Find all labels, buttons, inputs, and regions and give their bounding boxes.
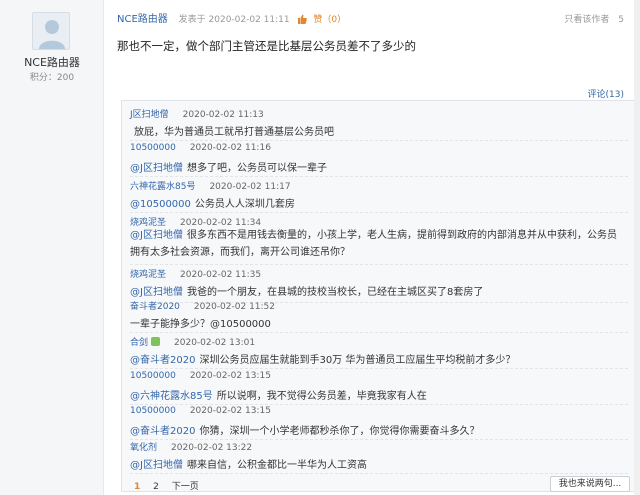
- reply-time: 2020-02-02 11:52: [193, 302, 276, 312]
- reply-text: 所以说啊，我不觉得公务员差，毕竟我家有人在: [216, 391, 427, 402]
- reply-mention[interactable]: @奋斗者2020: [130, 355, 195, 366]
- reply-time: 2020-02-02 11:35: [180, 270, 262, 280]
- list-item: 烧鸡泥圣 2020-02-02 11:34 @J区扫地僧 很多东西不是用钱去衡量的，…: [130, 215, 628, 265]
- comment-count-link[interactable]: 评论(13): [588, 87, 624, 100]
- reply-mention[interactable]: @六神花露水85号: [130, 391, 213, 402]
- list-item: 10500000 2020-02-02 13:15 @奋斗者2020 你猜，深圳一个…: [130, 406, 628, 440]
- reply-user[interactable]: 10500000: [130, 143, 176, 153]
- reply-time: 2020-02-02 11:17: [209, 182, 291, 192]
- list-item: 10500000 2020-02-02 13:15 @六神花露水85号 所以说啊，我…: [130, 371, 628, 405]
- reply-text: 想多了吧，公务员可以保一辈子: [186, 163, 327, 174]
- page-link-2[interactable]: 2: [153, 482, 159, 492]
- only-author-link[interactable]: 只看该作者: [564, 15, 609, 25]
- list-item: 奋斗者2020 2020-02-02 11:52 一辈子能挣多少？@1050000…: [130, 299, 628, 333]
- reply-time: 2020-02-02 13:01: [174, 338, 256, 348]
- reply-time: 2020-02-02 13:15: [189, 406, 271, 416]
- user-sidebar: NCE路由器 积分：200: [0, 0, 104, 495]
- reply-user[interactable]: 烧鸡泥圣: [130, 270, 166, 280]
- reply-user[interactable]: 六神花露水85号: [130, 182, 195, 192]
- reply-mention[interactable]: @10500000: [130, 199, 191, 210]
- reply-text: 哪来自信，公积金都比一半华为人工资高: [186, 460, 367, 471]
- reply-time: 2020-02-02 13:22: [171, 443, 253, 453]
- reply-user[interactable]: J区扫地僧: [130, 110, 169, 120]
- scrollbar[interactable]: [634, 0, 640, 495]
- list-item: 10500000 2020-02-02 11:16 @J区扫地僧 想多了吧，公务员可…: [130, 143, 628, 177]
- reply-time: 2020-02-02 11:13: [182, 110, 264, 120]
- reply-button[interactable]: 我也来说两句...: [550, 476, 630, 492]
- post-area: NCE路由器 发表于 2020-02-02 11:11 赞（0） 只看该作者 5…: [105, 0, 640, 495]
- list-item: 烧鸡泥圣 2020-02-02 11:35 @J区扫地僧 我爸的一个朋友，在县城的技…: [130, 267, 628, 303]
- reply-mention[interactable]: @奋斗者2020: [130, 426, 195, 437]
- reply-text: 很多东西不是用钱去衡量的，小孩上学，老人生病，提前得到政府的内部消息并从中获利，…: [130, 230, 617, 258]
- list-item: J区扫地僧 2020-02-02 11:13 放屁，华为普通员工就吊打普通基层公务…: [130, 107, 628, 141]
- like-count[interactable]: 赞（0）: [313, 15, 346, 25]
- reply-text: 我爸的一个朋友，在县城的技校当校长，已经在主城区买了8套房了: [186, 287, 484, 298]
- list-item: 六神花露水85号 2020-02-02 11:17 @10500000 公务员人人深…: [130, 179, 628, 213]
- reply-text: 深圳公务员应届生就能到手30万 华为普通员工应届生平均税前才多少？: [199, 355, 516, 366]
- reply-user[interactable]: 10500000: [130, 371, 176, 381]
- reply-text: 你猜，深圳一个小学老师都秒杀你了，你觉得你需要奋斗多久？: [199, 426, 480, 437]
- page-link-1[interactable]: 1: [134, 482, 140, 492]
- thumbs-up-icon[interactable]: [297, 14, 307, 27]
- reply-mention[interactable]: @J区扫地僧: [130, 287, 183, 298]
- reply-user[interactable]: 合剑: [130, 338, 148, 348]
- reply-time: 2020-02-02 11:16: [189, 143, 271, 153]
- avatar[interactable]: [32, 12, 70, 50]
- reply-text: 公务员人人深圳几套房: [194, 199, 295, 210]
- post-content: 那也不一定，做个部门主管还是比基层公务员差不了多少的: [117, 39, 416, 53]
- post-author[interactable]: NCE路由器: [117, 14, 168, 25]
- reply-user[interactable]: 奋斗者2020: [130, 302, 180, 312]
- post-meta: NCE路由器 发表于 2020-02-02 11:11 赞（0）: [117, 10, 346, 27]
- username[interactable]: NCE路由器: [0, 54, 104, 70]
- next-page-link[interactable]: 下一页: [172, 482, 199, 492]
- reply-list: J区扫地僧 2020-02-02 11:13 放屁，华为普通员工就吊打普通基层公务…: [121, 100, 637, 492]
- post-time: 发表于 2020-02-02 11:11: [178, 15, 290, 25]
- reply-user[interactable]: 10500000: [130, 406, 176, 416]
- reply-text: 放屁，华为普通员工就吊打普通基层公务员吧: [134, 127, 334, 138]
- reply-time: 2020-02-02 13:15: [189, 371, 271, 381]
- reply-mention[interactable]: @J区扫地僧: [130, 163, 183, 174]
- reply-user[interactable]: 氧化剂: [130, 443, 157, 453]
- floor-number: 5: [618, 15, 624, 25]
- list-item: 氧化剂 2020-02-02 13:22 @J区扫地僧 哪来自信，公积金都比一半华为…: [130, 440, 628, 474]
- badge-icon: [151, 337, 161, 346]
- reply-mention[interactable]: @J区扫地僧: [130, 460, 183, 471]
- reply-text: 一辈子能挣多少？@10500000: [130, 319, 271, 330]
- default-avatar-icon: [33, 13, 69, 49]
- post-actions: 只看该作者 5: [558, 12, 624, 25]
- list-item: 合剑 2020-02-02 13:01 @奋斗者2020 深圳公务员应届生就能到手3…: [130, 335, 628, 369]
- pagination: 1 2 下一页: [134, 479, 209, 492]
- user-points: 积分：200: [29, 73, 75, 83]
- reply-mention[interactable]: @J区扫地僧: [130, 230, 183, 241]
